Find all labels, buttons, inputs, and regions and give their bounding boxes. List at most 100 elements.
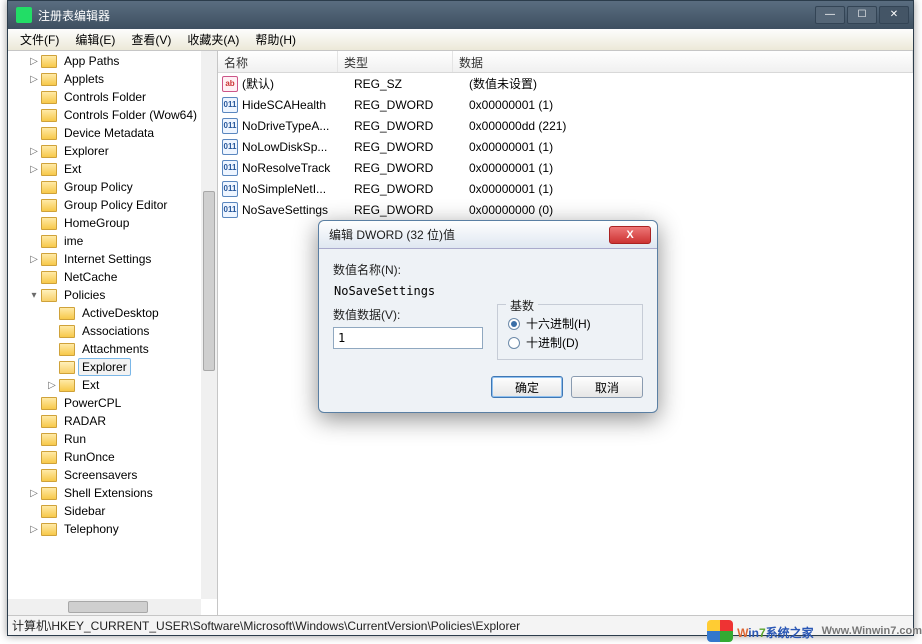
folder-icon xyxy=(41,451,57,464)
tree-item[interactable]: Attachments xyxy=(8,340,201,358)
column-type[interactable]: 类型 xyxy=(338,51,453,72)
tree-item[interactable]: RADAR xyxy=(8,412,201,430)
tree-item[interactable]: ▷Ext xyxy=(8,376,201,394)
expander-icon[interactable]: ▾ xyxy=(28,290,40,301)
expander-icon[interactable]: ▷ xyxy=(28,146,40,157)
tree-item[interactable]: Sidebar xyxy=(8,502,201,520)
dialog-title: 编辑 DWORD (32 位)值 xyxy=(329,226,609,243)
value-data: (数值未设置) xyxy=(469,75,909,92)
tree-item[interactable]: Group Policy xyxy=(8,178,201,196)
value-type: REG_SZ xyxy=(354,77,469,91)
value-data-input[interactable] xyxy=(333,327,483,349)
folder-icon xyxy=(59,361,75,374)
list-row[interactable]: 011NoSaveSettingsREG_DWORD0x00000000 (0) xyxy=(218,199,913,220)
tree-item[interactable]: Screensavers xyxy=(8,466,201,484)
menu-help[interactable]: 帮助(H) xyxy=(247,29,304,50)
folder-icon xyxy=(41,109,57,122)
tree-item[interactable]: ▷ Ext xyxy=(8,160,201,178)
tree-item[interactable]: Associations xyxy=(8,322,201,340)
menu-favorites[interactable]: 收藏夹(A) xyxy=(179,29,247,50)
tree-label: ActiveDesktop xyxy=(78,304,163,322)
tree-item[interactable]: PowerCPL xyxy=(8,394,201,412)
folder-icon xyxy=(41,469,57,482)
tree-label: Group Policy Editor xyxy=(60,196,171,214)
folder-icon xyxy=(41,235,57,248)
ok-button[interactable]: 确定 xyxy=(491,376,563,398)
tree-label: RADAR xyxy=(60,412,110,430)
value-name: NoDriveTypeA... xyxy=(242,119,354,133)
tree-item[interactable]: ▷Applets xyxy=(8,70,201,88)
expander-icon[interactable]: ▷ xyxy=(28,74,40,85)
tree-item[interactable]: RunOnce xyxy=(8,448,201,466)
list-row[interactable]: 011HideSCAHealthREG_DWORD0x00000001 (1) xyxy=(218,94,913,115)
tree-item[interactable]: ▷Explorer xyxy=(8,142,201,160)
radio-hex[interactable] xyxy=(508,318,520,330)
expander-icon[interactable]: ▷ xyxy=(28,488,40,499)
tree-label: Policies xyxy=(60,286,109,304)
radio-hex-row[interactable]: 十六进制(H) xyxy=(508,315,632,332)
tree-item[interactable]: Explorer xyxy=(8,358,201,376)
tree-item[interactable]: ▷Shell Extensions xyxy=(8,484,201,502)
tree-item[interactable]: ▷ App Paths xyxy=(8,52,201,70)
tree-item[interactable]: Group Policy Editor xyxy=(8,196,201,214)
list-row[interactable]: 011NoDriveTypeA...REG_DWORD0x000000dd (2… xyxy=(218,115,913,136)
app-icon xyxy=(16,7,32,23)
value-name: NoSaveSettings xyxy=(242,203,354,217)
tree-horizontal-scrollbar[interactable] xyxy=(8,599,201,615)
folder-icon xyxy=(41,145,57,158)
tree-item[interactable]: Controls Folder xyxy=(8,88,201,106)
dialog-close-button[interactable]: X xyxy=(609,226,651,244)
expander-icon[interactable]: ▷ xyxy=(28,164,40,175)
expander-icon[interactable]: ▷ xyxy=(28,254,40,265)
list-row[interactable]: 011NoResolveTrackREG_DWORD0x00000001 (1) xyxy=(218,157,913,178)
list-row[interactable]: 011NoSimpleNetI...REG_DWORD0x00000001 (1… xyxy=(218,178,913,199)
tree-label: Controls Folder xyxy=(60,88,150,106)
cancel-button[interactable]: 取消 xyxy=(571,376,643,398)
tree-item[interactable]: Device Metadata xyxy=(8,124,201,142)
value-type: REG_DWORD xyxy=(354,140,469,154)
value-data: 0x00000001 (1) xyxy=(469,140,909,154)
column-data[interactable]: 数据 xyxy=(453,51,913,72)
list-header: 名称 类型 数据 xyxy=(218,51,913,73)
folder-icon xyxy=(41,505,57,518)
tree-item[interactable]: HomeGroup xyxy=(8,214,201,232)
tree-label: App Paths xyxy=(60,52,123,70)
value-type: REG_DWORD xyxy=(354,203,469,217)
tree-item[interactable]: ime xyxy=(8,232,201,250)
value-type: REG_DWORD xyxy=(354,161,469,175)
tree-item[interactable]: ▷Telephony xyxy=(8,520,201,538)
value-name-label: 数值名称(N): xyxy=(333,261,643,278)
tree-vertical-scrollbar[interactable] xyxy=(201,51,217,599)
radio-dec[interactable] xyxy=(508,337,520,349)
close-button[interactable]: ✕ xyxy=(879,6,909,24)
tree-item[interactable]: NetCache xyxy=(8,268,201,286)
expander-icon[interactable]: ▷ xyxy=(28,56,40,67)
menu-edit[interactable]: 编辑(E) xyxy=(67,29,123,50)
folder-icon xyxy=(41,217,57,230)
tree-item[interactable]: ActiveDesktop xyxy=(8,304,201,322)
folder-icon xyxy=(59,325,75,338)
tree-label: Ext xyxy=(60,160,85,178)
list-row[interactable]: 011NoLowDiskSp...REG_DWORD0x00000001 (1) xyxy=(218,136,913,157)
menu-file[interactable]: 文件(F) xyxy=(12,29,67,50)
list-row[interactable]: ab(默认)REG_SZ(数值未设置) xyxy=(218,73,913,94)
value-data: 0x000000dd (221) xyxy=(469,119,909,133)
tree-item[interactable]: ▷Internet Settings xyxy=(8,250,201,268)
tree-item[interactable]: Run xyxy=(8,430,201,448)
value-data: 0x00000001 (1) xyxy=(469,161,909,175)
expander-icon[interactable]: ▷ xyxy=(28,524,40,535)
status-path: 计算机\HKEY_CURRENT_USER\Software\Microsoft… xyxy=(12,617,520,634)
menu-view[interactable]: 查看(V) xyxy=(123,29,179,50)
minimize-button[interactable]: — xyxy=(815,6,845,24)
dialog-titlebar[interactable]: 编辑 DWORD (32 位)值 X xyxy=(319,221,657,249)
titlebar[interactable]: 注册表编辑器 — ☐ ✕ xyxy=(8,1,913,29)
maximize-button[interactable]: ☐ xyxy=(847,6,877,24)
tree-label: Run xyxy=(60,430,90,448)
tree-item[interactable]: Controls Folder (Wow64) xyxy=(8,106,201,124)
value-name: NoResolveTrack xyxy=(242,161,354,175)
expander-icon[interactable]: ▷ xyxy=(46,380,58,391)
tree-item[interactable]: ▾ Policies xyxy=(8,286,201,304)
radio-dec-row[interactable]: 十进制(D) xyxy=(508,334,632,351)
column-name[interactable]: 名称 xyxy=(218,51,338,72)
folder-icon xyxy=(41,433,57,446)
